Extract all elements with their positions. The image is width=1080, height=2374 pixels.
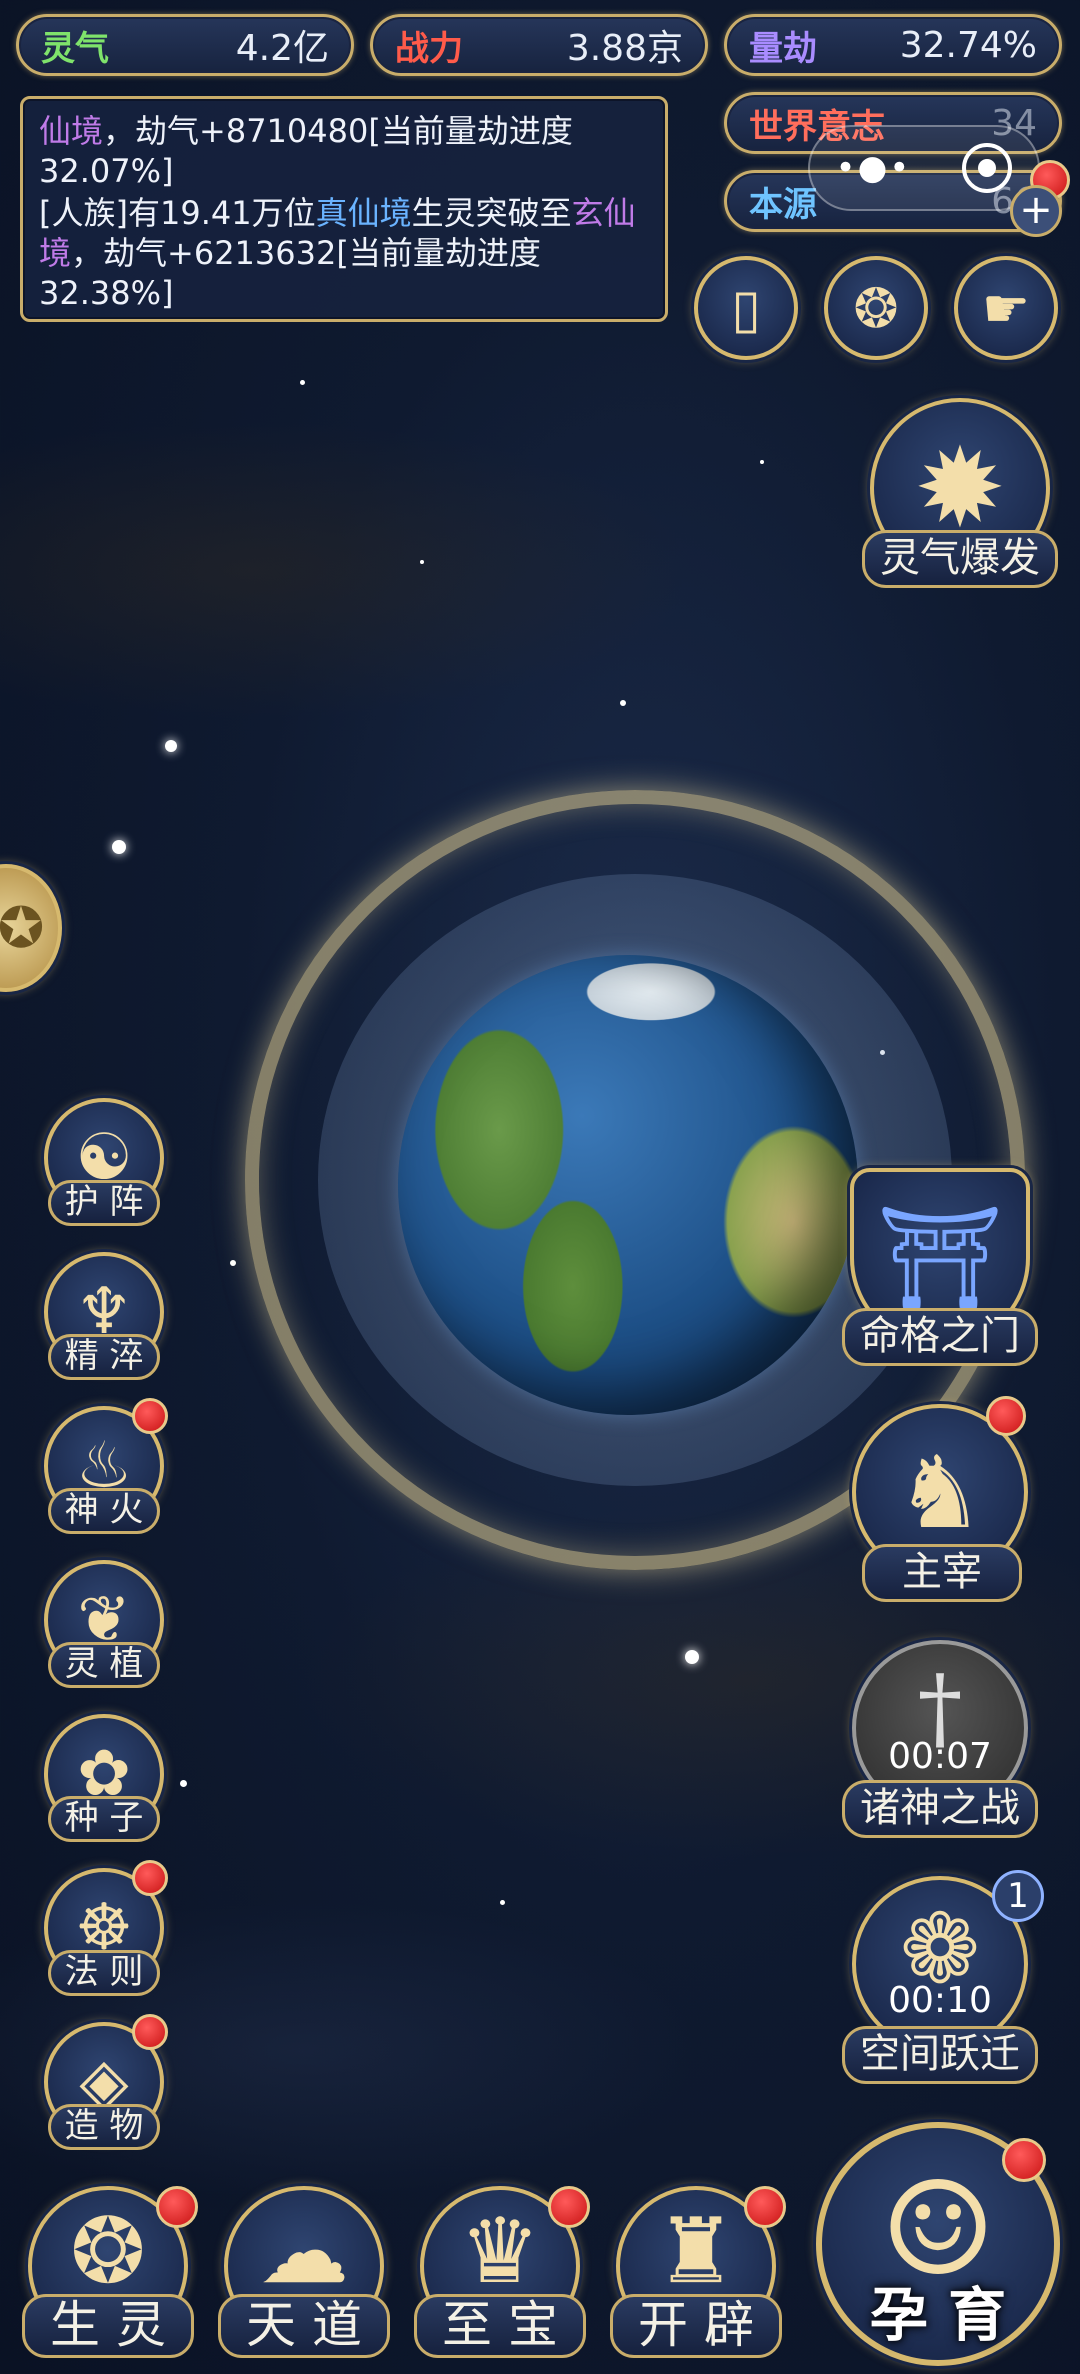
- pentagram-icon: ✪: [0, 895, 45, 961]
- gestate-notice-dot: [1002, 2138, 1046, 2182]
- gods-war-timer: 00:07: [888, 1736, 992, 1777]
- refine-label: 精 淬: [48, 1334, 160, 1380]
- seed-label: 种 子: [48, 1796, 160, 1842]
- card-icon: ▯: [731, 276, 761, 340]
- space-jump-timer: 00:10: [888, 1980, 992, 2021]
- hand-icon: ☛: [981, 276, 1031, 340]
- law-label: 法 则: [48, 1950, 160, 1996]
- phoenix-icon: ❂: [70, 2198, 146, 2304]
- treasure-notice-dot: [548, 2186, 590, 2228]
- zhanli-stat[interactable]: 战力 3.88京: [370, 14, 708, 76]
- log-line: [人族]有19.41万位真仙境生灵突破至玄仙境，劫气+6213632[当前量劫进…: [39, 193, 649, 313]
- divine-fire-label: 神 火: [48, 1488, 160, 1534]
- dragon-icon: ♞: [895, 1433, 985, 1551]
- card-button[interactable]: ▯: [694, 256, 798, 360]
- creation-notice-dot: [132, 2014, 168, 2050]
- formation-label: 护 阵: [48, 1180, 160, 1226]
- log-text: ，劫气+8710480[当前量劫进度32.07%]: [39, 112, 573, 190]
- gods-war-label: 诸神之战: [842, 1780, 1038, 1838]
- log-line: 仙境，劫气+8710480[当前量劫进度32.07%]: [39, 111, 649, 191]
- close-target-icon[interactable]: [962, 143, 1013, 193]
- liangjie-stat[interactable]: 量劫 32.74%: [724, 14, 1062, 76]
- treasure-label: 至 宝: [414, 2294, 586, 2358]
- lingqi-value: 4.2亿: [235, 28, 329, 69]
- master-notice-dot: [986, 1396, 1026, 1436]
- portal-button[interactable]: ❂: [824, 256, 928, 360]
- crown-icon: ♛: [459, 2198, 541, 2304]
- heaven-label: 天 道: [218, 2294, 390, 2358]
- space-jump-badge: 1: [992, 1870, 1044, 1922]
- lingqi-label: 灵气: [41, 28, 109, 69]
- law-notice-dot: [132, 1860, 168, 1896]
- miniprogram-capsule[interactable]: •●•: [808, 125, 1040, 211]
- log-realm: 仙境: [39, 112, 104, 150]
- master-label: 主宰: [862, 1544, 1022, 1602]
- beings-notice-dot: [156, 2186, 198, 2228]
- log-mid: 生灵突破至: [411, 194, 572, 232]
- zhanli-value: 3.88京: [566, 28, 683, 69]
- fate-gate-label: 命格之门: [842, 1308, 1038, 1366]
- open-notice-dot: [744, 2186, 786, 2228]
- log-realm-a: 真仙境: [315, 194, 412, 232]
- pentagram-button[interactable]: ✪: [0, 864, 62, 992]
- benyuan-add-icon[interactable]: +: [1010, 185, 1062, 237]
- space-jump-label: 空间跃迁: [842, 2026, 1038, 2084]
- liangjie-label: 量劫: [749, 28, 817, 69]
- gate-icon: ⛩: [876, 1199, 1004, 1316]
- gestate-label: 孕 育: [869, 2281, 1007, 2349]
- divine-fire-notice-dot: [132, 1398, 168, 1434]
- creation-label: 造 物: [48, 2104, 160, 2150]
- more-dots-icon[interactable]: •●•: [836, 148, 912, 188]
- zhanli-label: 战力: [395, 28, 463, 69]
- liangjie-value: 32.74%: [899, 24, 1037, 66]
- benyuan-label: 本源: [749, 184, 817, 225]
- axe-icon: ♜: [655, 2198, 737, 2304]
- world-globe[interactable]: [398, 955, 858, 1415]
- log-suffix: ，劫气+6213632[当前量劫进度32.38%]: [39, 234, 541, 312]
- open-label: 开 辟: [610, 2294, 782, 2358]
- lingqi-stat[interactable]: 灵气 4.2亿: [16, 14, 354, 76]
- lingqi-burst-label: 灵气爆发: [862, 530, 1058, 588]
- spirit-plant-label: 灵 植: [48, 1642, 160, 1688]
- hand-button[interactable]: ☛: [954, 256, 1058, 360]
- cloud-icon: ☁: [259, 2198, 349, 2304]
- portal-icon: ❂: [853, 276, 899, 340]
- event-log: 仙境，劫气+8710480[当前量劫进度32.07%] [人族]有19.41万位…: [20, 96, 668, 322]
- beings-label: 生 灵: [22, 2294, 194, 2358]
- log-prefix: [人族]有19.41万位: [39, 194, 316, 232]
